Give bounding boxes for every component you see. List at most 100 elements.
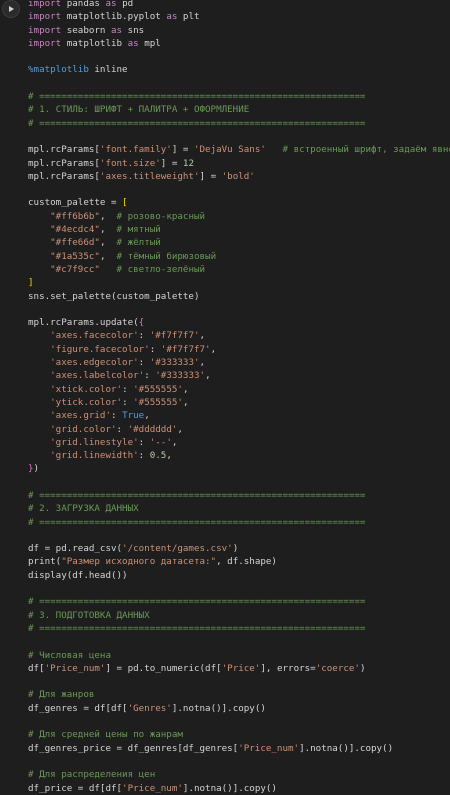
code-token: : xyxy=(144,370,156,382)
code-line: import seaborn as sns xyxy=(28,24,450,37)
code-token: , xyxy=(99,250,117,262)
code-token: # ======================================… xyxy=(28,117,366,129)
code-token: # тёмный бирюзовый xyxy=(116,250,217,262)
code-line: # Для средней цены по жанрам xyxy=(28,728,450,741)
code-token: : xyxy=(138,357,150,369)
code-token: '--' xyxy=(149,436,172,448)
code-token: # Числовая цена xyxy=(28,649,111,661)
code-token: # жёлтый xyxy=(116,237,161,249)
code-line: # ======================================… xyxy=(28,489,450,502)
code-token: # встроенный шрифт, задаём явно xyxy=(282,144,450,156)
code-token: ].notna()].copy() xyxy=(182,782,277,794)
code-token: # ======================================… xyxy=(28,622,366,634)
code-token: inline xyxy=(88,64,128,76)
code-line: df_genres_price = df_genres[df_genres['P… xyxy=(28,742,450,755)
code-token: , xyxy=(199,330,206,342)
code-token: mpl.rcParams[ xyxy=(28,170,100,182)
code-token: , df.shape) xyxy=(216,556,277,568)
code-token: True xyxy=(122,410,145,422)
code-token: 'Price_num' xyxy=(122,782,183,794)
code-line: mpl.rcParams['axes.titleweight'] = 'bold… xyxy=(28,170,450,183)
code-token: : xyxy=(111,410,123,422)
code-line: # 3. ПОДГОТОВКА ДАННЫХ xyxy=(28,609,450,622)
code-token: as xyxy=(166,11,178,23)
code-line: 'axes.labelcolor': '#333333', xyxy=(28,369,450,382)
code-token: # ======================================… xyxy=(28,516,366,528)
code-line: # Числовая цена xyxy=(28,649,450,662)
code-token: ] xyxy=(28,277,34,289)
code-token: 'axes.edgecolor' xyxy=(50,357,139,369)
code-token: , xyxy=(177,423,183,435)
code-line: 'ytick.color': '#555555', xyxy=(28,396,450,409)
code-token: 'grid.color' xyxy=(50,423,117,435)
code-token: # Для средней цены по жанрам xyxy=(28,729,183,741)
code-token: "#c7f9cc" xyxy=(50,263,100,275)
code-token: display(df.head()) xyxy=(28,569,128,581)
code-token: matplotlib.pyplot xyxy=(61,11,167,23)
code-token: custom_palette = xyxy=(28,197,123,209)
code-line: df_genres = df[df['Genres'].notna()].cop… xyxy=(28,702,450,715)
code-token: , xyxy=(99,210,117,222)
code-token: mpl.rcParams[ xyxy=(28,144,100,156)
code-token: %matplotlib xyxy=(28,64,89,76)
code-token: import xyxy=(28,37,62,49)
code-token: 'font.size' xyxy=(99,157,161,169)
code-line: 'grid.linewidth': 0.5, xyxy=(28,449,450,462)
code-token: import xyxy=(28,11,62,23)
code-line: ] xyxy=(28,276,450,289)
code-token: df_genres = df[df[ xyxy=(28,702,128,714)
code-token: 'Genres' xyxy=(127,702,172,714)
code-line: 'axes.facecolor': '#f7f7f7', xyxy=(28,329,450,342)
code-line: # ======================================… xyxy=(28,117,450,130)
code-token: '/content/games.csv' xyxy=(122,543,233,555)
code-line: # 2. ЗАГРУЗКА ДАННЫХ xyxy=(28,502,450,515)
code-line: }) xyxy=(28,462,450,475)
code-token: 'xtick.color' xyxy=(50,383,123,395)
code-token: # 2. ЗАГРУЗКА ДАННЫХ xyxy=(28,503,139,515)
code-line: 'figure.facecolor': '#f7f7f7', xyxy=(28,343,450,356)
code-line: sns.set_palette(custom_palette) xyxy=(28,290,450,303)
code-token: ) xyxy=(232,543,239,555)
code-token: 'Price' xyxy=(221,662,261,674)
play-icon xyxy=(9,6,14,12)
code-token: 'figure.facecolor' xyxy=(50,343,150,355)
code-editor[interactable]: import pandas as pd import matplotlib.pyp… xyxy=(28,0,450,795)
code-token: , xyxy=(199,357,206,369)
code-token: ].notna()].copy() xyxy=(171,702,266,714)
code-token: ], errors= xyxy=(260,662,316,674)
notebook-code-cell[interactable]: import pandas as pd import matplotlib.pyp… xyxy=(0,0,450,794)
code-token: # Для распределения цен xyxy=(28,769,156,781)
code-token: "#4ecdc4" xyxy=(50,224,100,236)
code-line: 'grid.linestyle': '--', xyxy=(28,436,450,449)
code-line: mpl.rcParams['font.family'] = 'DejaVu Sa… xyxy=(28,143,450,156)
code-token: print( xyxy=(28,556,62,568)
code-line: mpl.rcParams['font.size'] = 12 xyxy=(28,157,450,170)
code-line: print("Размер исходного датасета:", df.s… xyxy=(28,555,450,568)
code-token: df[ xyxy=(28,662,45,674)
code-token: df = pd.read_csv( xyxy=(28,543,123,555)
code-token: as xyxy=(127,37,139,49)
run-cell-button[interactable] xyxy=(2,0,20,18)
code-token: # мятный xyxy=(116,224,161,236)
code-token: import xyxy=(28,0,62,9)
code-line: # ======================================… xyxy=(28,516,450,529)
code-token: # ======================================… xyxy=(28,596,366,608)
code-token: plt xyxy=(177,11,200,23)
code-token: 'axes.grid' xyxy=(50,410,111,422)
